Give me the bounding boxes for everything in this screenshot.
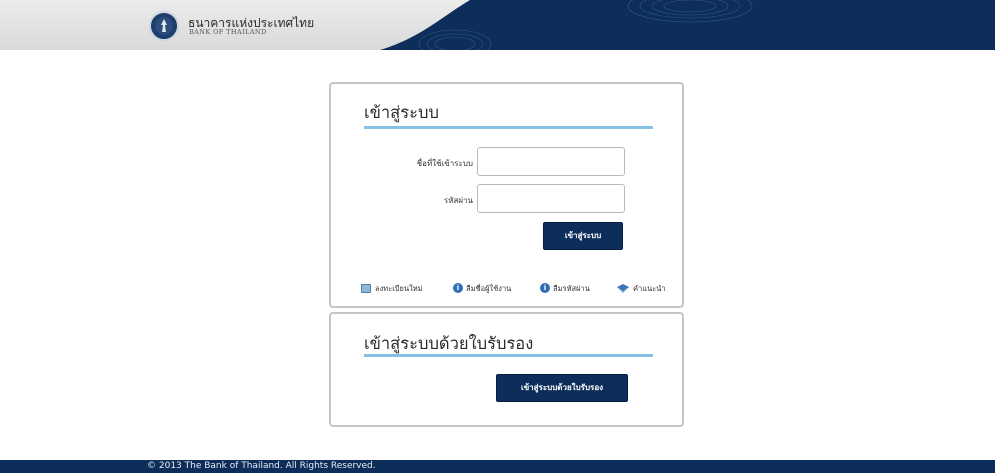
guide-icon	[617, 284, 629, 293]
help-icon: i	[540, 283, 550, 293]
site-footer: © 2013 The Bank of Thailand. All Rights …	[0, 460, 995, 473]
copyright-text: © 2013 The Bank of Thailand. All Rights …	[147, 461, 376, 471]
site-header: ธนาคารแห่งประเทศไทย BANK OF THAILAND	[0, 0, 995, 50]
forgot-password-label: ลืมรหัสผ่าน	[553, 284, 590, 293]
help-icon: i	[453, 283, 463, 293]
login-panel: เข้าสู่ระบบ ชื่อที่ใช้เข้าระบบ รหัสผ่าน …	[329, 82, 684, 308]
certificate-login-button[interactable]: เข้าสู่ระบบด้วยใบรับรอง	[496, 374, 628, 402]
password-input[interactable]	[477, 184, 625, 213]
register-icon	[361, 284, 371, 293]
seal-figure-icon	[155, 17, 173, 35]
guide-link-label: คำแนะนำ	[633, 284, 666, 293]
forgot-password-link[interactable]: i ลืมรหัสผ่าน	[540, 283, 610, 295]
login-button[interactable]: เข้าสู่ระบบ	[543, 222, 623, 250]
username-label: ชื่อที่ใช้เข้าระบบ	[416, 159, 473, 168]
username-input[interactable]	[477, 147, 625, 176]
guide-link[interactable]: คำแนะนำ	[617, 283, 677, 295]
bank-seal-icon	[149, 11, 179, 41]
certificate-title-underline	[364, 354, 653, 357]
login-title: เข้าสู่ระบบ	[364, 103, 439, 122]
forgot-username-link[interactable]: i ลืมชื่อผู้ใช้งาน	[453, 283, 538, 295]
certificate-login-panel: เข้าสู่ระบบด้วยใบรับรอง เข้าสู่ระบบด้วยใ…	[329, 312, 684, 427]
logo-english-text: BANK OF THAILAND	[189, 28, 267, 36]
forgot-username-label: ลืมชื่อผู้ใช้งาน	[466, 284, 512, 293]
password-label: รหัสผ่าน	[443, 196, 473, 205]
register-link[interactable]: ลงทะเบียนใหม่	[361, 283, 456, 295]
register-link-label: ลงทะเบียนใหม่	[375, 284, 423, 293]
login-title-underline	[364, 126, 653, 129]
